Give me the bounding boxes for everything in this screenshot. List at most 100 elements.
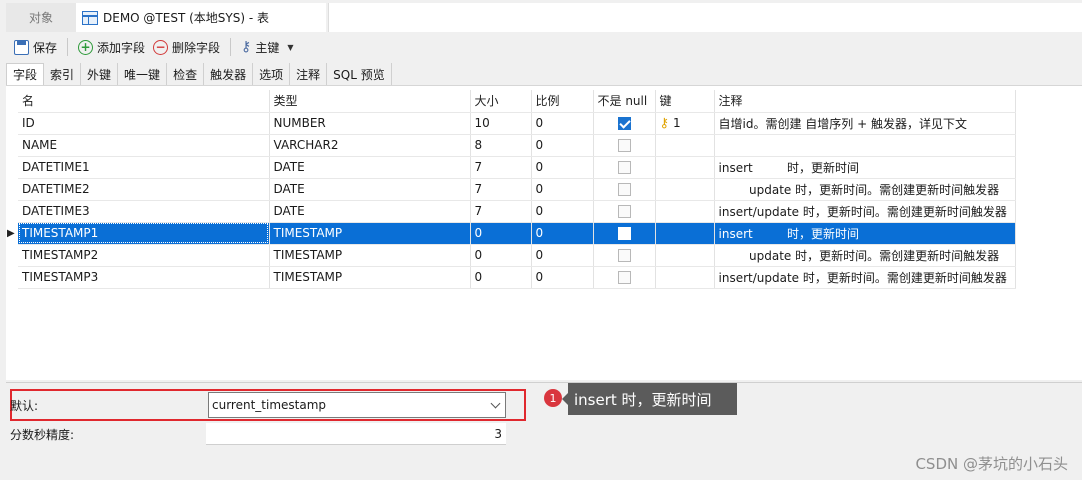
- field-comment-cell[interactable]: [714, 134, 1016, 157]
- key-cell[interactable]: [655, 156, 715, 179]
- save-button-label: 保存: [33, 40, 58, 55]
- tab-table-demo[interactable]: DEMO @TEST (本地SYS) - 表: [76, 3, 326, 32]
- not-null-cell: [593, 112, 656, 135]
- column-header-comment[interactable]: 注释: [714, 90, 1016, 113]
- key-cell[interactable]: [655, 200, 715, 223]
- not-null-cell: [593, 200, 656, 223]
- column-header-not-null[interactable]: 不是 null: [593, 90, 656, 113]
- key-cell[interactable]: [655, 134, 715, 157]
- field-name-cell[interactable]: DATETIME3: [18, 200, 270, 223]
- field-type-cell[interactable]: DATE: [269, 178, 471, 201]
- table-row[interactable]: ID NUMBER 10 0 ⚷ 1 自增id。需创建 自增序列 + 触发器，详见下文: [18, 112, 1016, 135]
- chevron-down-icon[interactable]: ▼: [287, 43, 293, 52]
- table-row[interactable]: DATETIME1 DATE 7 0 insert 时，更新时间: [18, 156, 1016, 179]
- not-null-checkbox[interactable]: [617, 117, 631, 130]
- field-type-cell[interactable]: TIMESTAMP: [269, 222, 471, 245]
- delete-field-button[interactable]: − 删除字段: [149, 35, 224, 59]
- key-cell[interactable]: [655, 266, 715, 289]
- field-type-cell[interactable]: DATE: [269, 156, 471, 179]
- field-name-cell[interactable]: DATETIME2: [18, 178, 270, 201]
- column-header-scale[interactable]: 比例: [531, 90, 594, 113]
- field-type-cell[interactable]: DATE: [269, 200, 471, 223]
- field-comment-cell[interactable]: insert 时，更新时间: [714, 222, 1016, 245]
- subtab-label: 注释: [296, 67, 321, 82]
- field-size-cell[interactable]: 8: [470, 134, 532, 157]
- field-scale-cell[interactable]: 0: [531, 222, 594, 245]
- not-null-checkbox[interactable]: [617, 249, 631, 262]
- not-null-cell: [593, 266, 656, 289]
- default-value-select[interactable]: current_timestamp: [208, 392, 506, 418]
- fields-grid: 名 类型 大小 比例 不是 null 键 注释 ID NUMBER 10 0 ⚷ 1 自增i…: [18, 90, 1016, 289]
- tab-unique-keys[interactable]: 唯一键: [118, 63, 168, 85]
- field-scale-cell[interactable]: 0: [531, 134, 594, 157]
- fractional-seconds-precision-input[interactable]: 3: [206, 423, 506, 445]
- table-row[interactable]: DATETIME3 DATE 7 0 insert/update 时，更新时间。需创建更…: [18, 200, 1016, 223]
- table-row[interactable]: NAME VARCHAR2 8 0: [18, 134, 1016, 157]
- field-size-cell[interactable]: 0: [470, 244, 532, 267]
- field-type-cell[interactable]: VARCHAR2: [269, 134, 471, 157]
- field-comment-cell[interactable]: update 时，更新时间。需创建更新时间触发器: [714, 178, 1016, 201]
- key-cell[interactable]: [655, 222, 715, 245]
- field-name-cell[interactable]: TIMESTAMP2: [18, 244, 270, 267]
- subtab-label: 唯一键: [124, 67, 161, 82]
- field-comment-cell[interactable]: insert/update 时，更新时间。需创建更新时间触发器: [714, 266, 1016, 289]
- field-comment-cell[interactable]: 自增id。需创建 自增序列 + 触发器，详见下文: [714, 112, 1016, 135]
- table-row[interactable]: TIMESTAMP1 TIMESTAMP 0 0 insert 时，更新时间: [18, 222, 1016, 245]
- column-header-name[interactable]: 名: [18, 90, 270, 113]
- field-name-cell[interactable]: TIMESTAMP1: [18, 222, 270, 245]
- chevron-down-icon[interactable]: [490, 398, 501, 409]
- field-size-cell[interactable]: 0: [470, 266, 532, 289]
- field-scale-cell[interactable]: 0: [531, 178, 594, 201]
- tab-fields[interactable]: 字段: [6, 63, 45, 85]
- field-name-cell[interactable]: TIMESTAMP3: [18, 266, 270, 289]
- tab-triggers[interactable]: 触发器: [204, 63, 254, 85]
- field-scale-cell[interactable]: 0: [531, 156, 594, 179]
- tab-sql-preview[interactable]: SQL 预览: [327, 63, 392, 85]
- field-size-cell[interactable]: 10: [470, 112, 532, 135]
- table-row[interactable]: TIMESTAMP3 TIMESTAMP 0 0 insert/update 时，更新时…: [18, 266, 1016, 289]
- not-null-checkbox[interactable]: [617, 205, 631, 218]
- tab-objects[interactable]: 对象: [6, 3, 76, 32]
- table-row[interactable]: DATETIME2 DATE 7 0 update 时，更新时间。需创建更新时间触发器: [18, 178, 1016, 201]
- field-type-cell[interactable]: TIMESTAMP: [269, 266, 471, 289]
- tab-indexes[interactable]: 索引: [44, 63, 82, 85]
- not-null-checkbox[interactable]: [617, 183, 631, 196]
- column-header-key[interactable]: 键: [655, 90, 715, 113]
- table-row[interactable]: TIMESTAMP2 TIMESTAMP 0 0 update 时，更新时间。需创建更…: [18, 244, 1016, 267]
- field-comment-cell[interactable]: insert/update 时，更新时间。需创建更新时间触发器: [714, 200, 1016, 223]
- not-null-checkbox[interactable]: [617, 139, 631, 152]
- field-scale-cell[interactable]: 0: [531, 244, 594, 267]
- toolbar-separator: [230, 38, 232, 56]
- tab-foreign-keys[interactable]: 外键: [81, 63, 119, 85]
- field-size-cell[interactable]: 7: [470, 156, 532, 179]
- field-size-cell[interactable]: 7: [470, 200, 532, 223]
- default-value-text: current_timestamp: [212, 398, 327, 412]
- field-comment-cell[interactable]: update 时，更新时间。需创建更新时间触发器: [714, 244, 1016, 267]
- not-null-cell: [593, 178, 656, 201]
- not-null-checkbox[interactable]: [617, 271, 631, 284]
- tab-comment[interactable]: 注释: [290, 63, 328, 85]
- field-size-cell[interactable]: 0: [470, 222, 532, 245]
- field-scale-cell[interactable]: 0: [531, 200, 594, 223]
- not-null-checkbox[interactable]: [617, 161, 631, 174]
- not-null-checkbox[interactable]: [617, 227, 631, 240]
- field-scale-cell[interactable]: 0: [531, 266, 594, 289]
- tab-checks[interactable]: 检查: [167, 63, 205, 85]
- key-cell[interactable]: ⚷ 1: [655, 112, 715, 135]
- key-cell[interactable]: [655, 244, 715, 267]
- add-field-button[interactable]: + 添加字段: [74, 35, 149, 59]
- field-name-cell[interactable]: NAME: [18, 134, 270, 157]
- field-type-cell[interactable]: NUMBER: [269, 112, 471, 135]
- field-name-cell[interactable]: ID: [18, 112, 270, 135]
- field-comment-cell[interactable]: insert 时，更新时间: [714, 156, 1016, 179]
- primary-key-button[interactable]: ⚷ 主键 ▼: [237, 35, 297, 59]
- field-name-cell[interactable]: DATETIME1: [18, 156, 270, 179]
- save-button[interactable]: 保存: [10, 35, 61, 59]
- column-header-size[interactable]: 大小: [470, 90, 532, 113]
- tab-options[interactable]: 选项: [253, 63, 291, 85]
- column-header-type[interactable]: 类型: [269, 90, 471, 113]
- key-cell[interactable]: [655, 178, 715, 201]
- field-type-cell[interactable]: TIMESTAMP: [269, 244, 471, 267]
- field-size-cell[interactable]: 7: [470, 178, 532, 201]
- field-scale-cell[interactable]: 0: [531, 112, 594, 135]
